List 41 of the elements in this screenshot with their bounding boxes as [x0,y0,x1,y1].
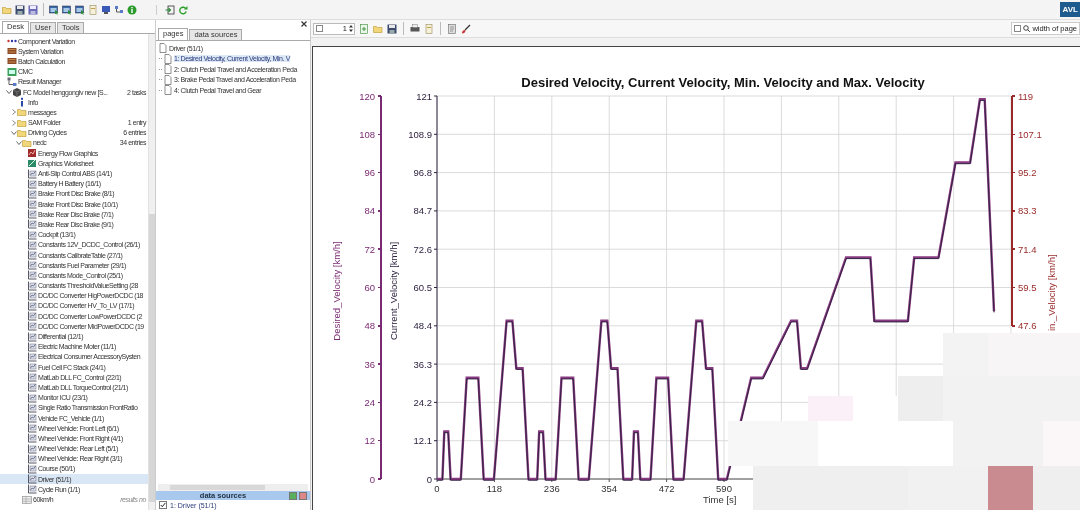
tick-label: 36 [364,358,375,370]
tick-label: 0 [434,483,440,494]
tick-label: 84.7 [413,205,432,217]
axis-title: in._Velocity [km/h] [1046,254,1057,331]
tick-label: 12.1 [413,435,432,447]
tick-label: 96.8 [413,167,432,179]
tick-label: 71.4 [1018,243,1037,255]
tick-label: 83.3 [1018,205,1037,217]
axis-title: Current_Velocity [km/h] [388,241,399,341]
tick-label: 24.2 [413,396,432,408]
tick-label: 0 [426,473,432,485]
tick-label: 24 [364,396,375,408]
axis-title: Time [s] [703,494,737,505]
brand-logo: AVL [1059,2,1080,17]
tick-label: 59.5 [1018,282,1037,293]
tick-label: 60.5 [413,282,432,293]
tick-label: 47.6 [1018,320,1037,332]
tick-label: 84 [364,205,375,217]
tick-label: 72 [364,243,375,255]
tick-label: 95.2 [1018,167,1037,179]
tick-label: 236 [543,483,560,494]
tick-label: 108 [359,128,375,140]
tick-label: 121 [416,90,432,102]
tick-label: 48 [364,320,375,332]
tick-label: 118 [486,483,502,494]
tick-label: 60 [364,282,375,293]
chart-title: Desired Velocity, Current Velocity, Min. Velocity and Max. Velocity [521,75,925,90]
tick-label: 119 [1018,90,1034,102]
tick-label: 590 [716,483,732,494]
tick-label: 72.6 [413,243,432,255]
tick-label: 107.1 [1018,128,1042,140]
tick-label: 36.3 [413,358,432,370]
tick-label: 472 [658,483,675,494]
tick-label: 108.9 [408,128,432,140]
tick-label: 12 [364,435,375,447]
axis-title: Desired_Velocity [km/h] [331,241,342,341]
tick-label: 0 [369,473,375,485]
tick-label: 48.4 [413,320,432,332]
tick-label: 354 [601,483,618,494]
tick-label: 120 [359,90,375,102]
tick-label: 96 [364,167,375,179]
